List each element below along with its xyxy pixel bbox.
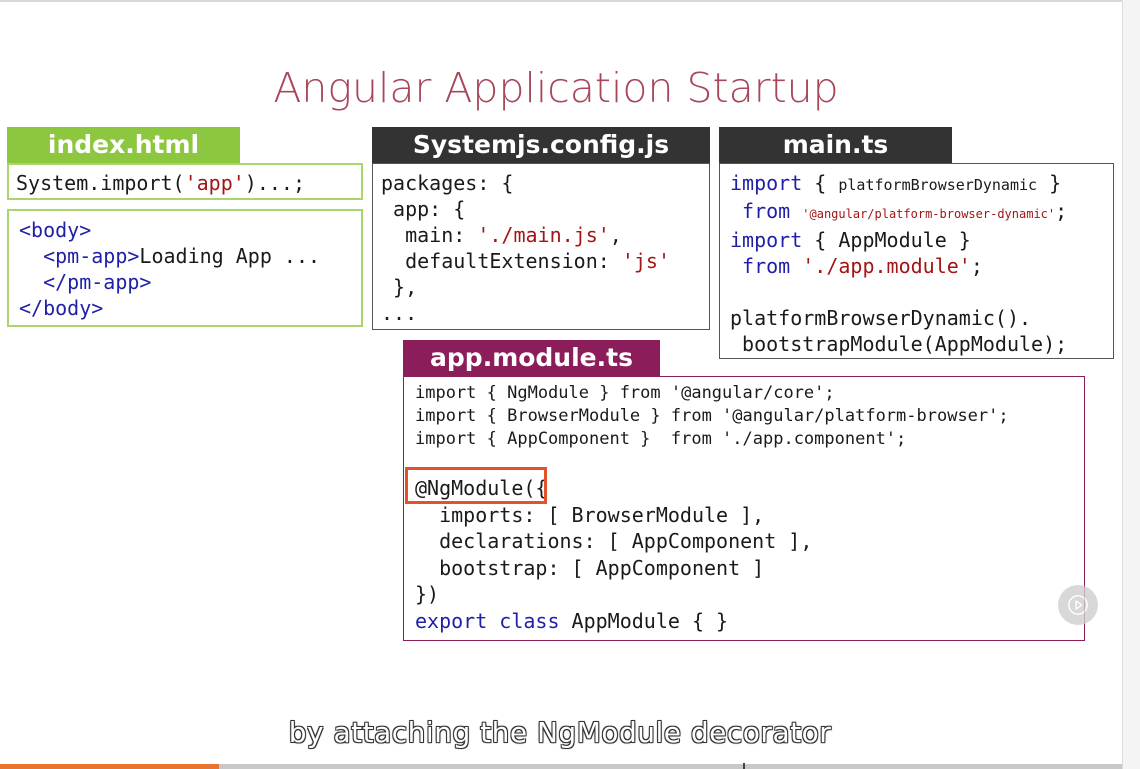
- code-import-browser-module: import { BrowserModule } from '@angular/…: [415, 406, 1009, 426]
- play-button[interactable]: [1058, 585, 1098, 625]
- main-code-box: import { platformBrowserDynamic } from '…: [719, 163, 1114, 359]
- code-app-module-path: './app.module': [802, 254, 971, 278]
- tab-index-html: index.html: [7, 127, 240, 163]
- tab-systemjs-config: Systemjs.config.js: [372, 127, 710, 163]
- code-app-module-class: AppModule { }: [559, 608, 729, 633]
- code-from-keyword: from: [742, 199, 791, 223]
- code-imports-array: imports: [ BrowserModule ],: [415, 502, 765, 527]
- code-import-app-component: import { AppComponent } from './app.comp…: [415, 429, 907, 449]
- code-close-brace: },: [381, 275, 418, 299]
- index-body-box: <body> <pm-app>Loading App ... </pm-app>…: [7, 209, 363, 327]
- tab-app-module-ts: app.module.ts: [403, 340, 660, 376]
- code-brace: {: [802, 171, 839, 195]
- code-loading-text: Loading App ...: [139, 244, 321, 268]
- code-default-extension-value: 'js': [621, 249, 670, 273]
- code-semicolon-2: ;: [970, 254, 983, 278]
- code-pm-app-close: </pm-app>: [43, 270, 152, 294]
- code-packages: packages: {: [381, 171, 514, 195]
- code-system-import: System.import(: [16, 171, 185, 195]
- code-app-key: app: {: [381, 197, 466, 221]
- code-pm-app-open: <pm-app>: [43, 244, 140, 268]
- progress-bar[interactable]: [0, 763, 1122, 769]
- code-main-value: './main.js': [477, 223, 610, 247]
- code-import-keyword: import: [730, 171, 803, 195]
- code-body-open: <body>: [19, 218, 92, 242]
- code-body-close: </body>: [19, 296, 104, 320]
- code-semicolon: ;: [1055, 199, 1068, 223]
- code-platform-path: '@angular/platform-browser-dynamic': [802, 207, 1056, 221]
- slide-title: Angular Application Startup: [273, 64, 839, 112]
- index-import-box: System.import('app')...;: [7, 163, 363, 200]
- progress-bar-fill: [0, 764, 219, 769]
- code-class-keyword: class: [499, 608, 560, 633]
- code-import-tail: )...;: [244, 171, 306, 195]
- video-caption: by attaching the NgModule decorator: [288, 716, 832, 749]
- code-app-module-import: { AppModule }: [802, 228, 971, 252]
- code-bootstrap-array: bootstrap: [ AppComponent ]: [415, 555, 765, 580]
- tab-main-ts: main.ts: [719, 127, 952, 163]
- code-decorator-close: }): [415, 582, 440, 606]
- code-platform-browser-dynamic: platformBrowserDynamic: [838, 176, 1038, 194]
- code-import-ngmodule: import { NgModule } from '@angular/core'…: [415, 383, 835, 403]
- side-scrollbar[interactable]: [1122, 0, 1140, 769]
- progress-marker[interactable]: [743, 763, 745, 769]
- code-import-keyword-2: import: [730, 228, 803, 252]
- ngmodule-highlight-box: [405, 467, 547, 504]
- code-bootstrap-module: bootstrapModule(AppModule);: [730, 332, 1068, 356]
- code-comma: ,: [609, 223, 622, 247]
- code-platform-call: platformBrowserDynamic().: [730, 306, 1032, 330]
- code-from-keyword-2: from: [742, 254, 791, 278]
- code-export-keyword: export: [415, 608, 488, 633]
- code-declarations-array: declarations: [ AppComponent ],: [415, 529, 813, 553]
- code-app-string: 'app': [184, 171, 245, 195]
- systemjs-code-box: packages: { app: { main: './main.js', de…: [372, 163, 710, 330]
- play-icon: [1068, 595, 1088, 615]
- app-module-code-box: import { NgModule } from '@angular/core'…: [403, 376, 1085, 641]
- code-default-extension-key: defaultExtension:: [381, 249, 622, 273]
- code-main-key: main:: [381, 223, 478, 247]
- code-brace-close: }: [1037, 171, 1062, 195]
- code-ellipsis: ...: [381, 301, 418, 325]
